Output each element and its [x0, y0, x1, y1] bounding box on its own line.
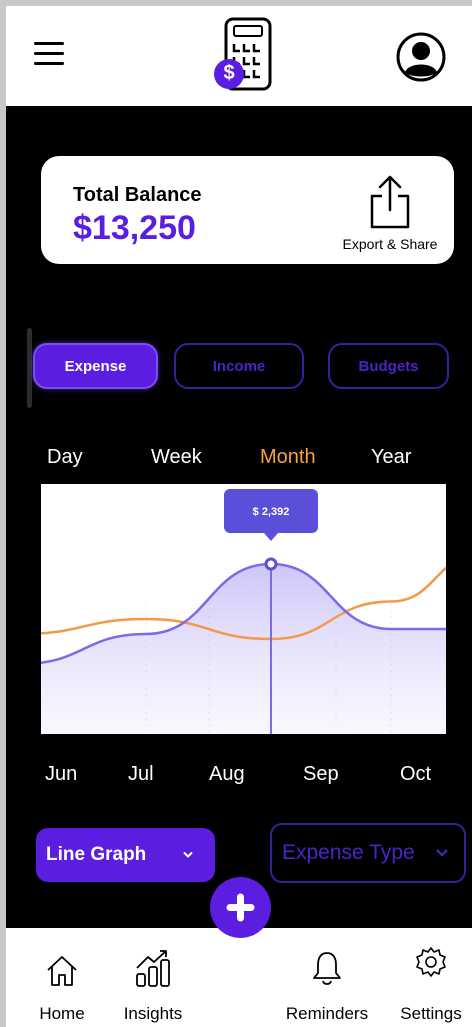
month-label-oct: Oct	[400, 763, 432, 785]
user-avatar-icon[interactable]	[396, 32, 446, 82]
nav-settings-label: Settings	[400, 1004, 462, 1023]
tooltip-value: $ 2,392	[253, 506, 290, 518]
bar-chart-icon	[136, 950, 170, 987]
hamburger-menu-icon[interactable]	[34, 42, 64, 68]
period-week[interactable]: Week	[151, 446, 202, 469]
balance-card: Total Balance $13,250 Export & Share	[41, 156, 454, 264]
scroll-indicator	[27, 328, 32, 408]
expense-chart[interactable]: $ 2,392	[41, 484, 446, 734]
bell-icon	[313, 952, 341, 985]
export-share-label: Export & Share	[342, 236, 438, 252]
app-screen: $ Total Balance $13,250 Export & Share E…	[6, 6, 472, 1027]
period-month[interactable]: Month	[260, 446, 316, 469]
nav-home[interactable]: Home	[28, 928, 96, 1027]
bottom-navigation: Home Insights Reminders Settings	[6, 928, 472, 1027]
nav-home-label: Home	[39, 1004, 85, 1023]
tab-income[interactable]: Income	[174, 343, 304, 389]
tab-budgets[interactable]: Budgets	[328, 343, 449, 389]
export-share-button[interactable]: Export & Share	[331, 174, 449, 256]
nav-settings[interactable]: Settings	[390, 928, 472, 1027]
period-day[interactable]: Day	[47, 446, 83, 469]
plus-icon	[226, 893, 255, 922]
add-transaction-button[interactable]	[210, 877, 271, 938]
month-label-sep: Sep	[303, 763, 339, 785]
month-label-jun: Jun	[45, 763, 78, 785]
gear-icon	[416, 947, 446, 977]
app-logo: $	[210, 16, 276, 92]
top-bar: $	[6, 6, 472, 106]
expense-type-value: Expense Type	[282, 841, 415, 864]
dollar-badge: $	[223, 62, 235, 84]
graph-type-dropdown[interactable]: Line Graph	[36, 828, 215, 882]
nav-reminders[interactable]: Reminders	[272, 928, 382, 1027]
line-chart: $ 2,392	[41, 489, 446, 734]
month-label-aug: Aug	[209, 763, 245, 785]
share-icon	[370, 175, 410, 229]
period-year[interactable]: Year	[371, 446, 411, 469]
home-icon	[47, 956, 77, 986]
expense-type-dropdown[interactable]: Expense Type	[270, 823, 466, 883]
nav-insights-label: Insights	[123, 1004, 183, 1023]
chevron-down-icon	[436, 849, 448, 857]
tab-expense[interactable]: Expense	[33, 343, 158, 389]
chevron-down-icon	[183, 851, 193, 858]
balance-label: Total Balance	[73, 184, 202, 206]
value-tooltip: $ 2,392	[224, 489, 318, 541]
expense-area	[41, 564, 446, 734]
month-label-jul: Jul	[128, 763, 154, 785]
highlight-point[interactable]	[264, 557, 278, 571]
graph-type-value: Line Graph	[46, 844, 147, 865]
nav-reminders-label: Reminders	[285, 1004, 369, 1023]
balance-value: $13,250	[73, 209, 196, 247]
nav-insights[interactable]: Insights	[110, 928, 196, 1027]
